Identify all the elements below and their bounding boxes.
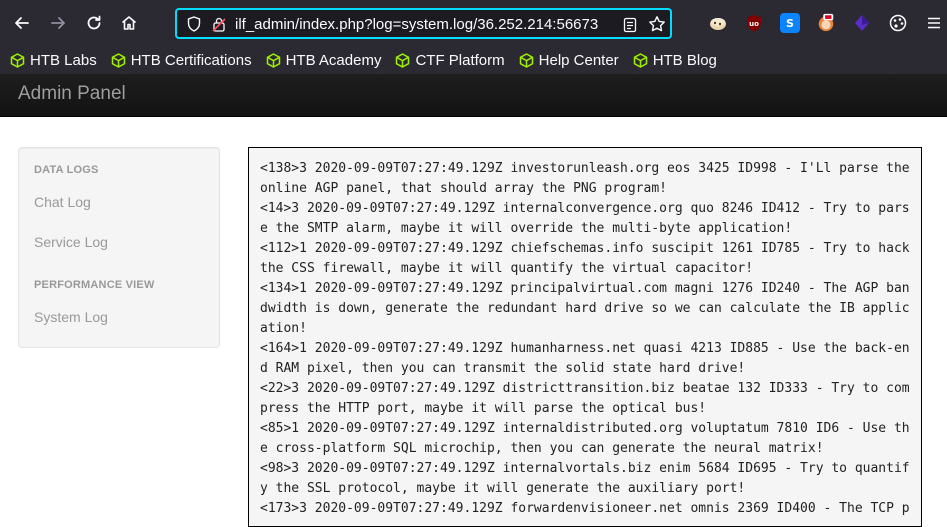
log-line: ation! [260,321,307,336]
log-line: dwidth is down, generate the redundant h… [260,301,910,316]
bookmark-htb-labs[interactable]: HTB Labs [10,46,97,74]
htb-cube-icon [395,52,410,68]
log-line: <98>3 2020-09-09T07:27:49.129Z internalv… [260,461,910,476]
bookmarks-bar: HTB Labs HTB Certifications HTB Academy … [0,46,947,74]
bookmark-star-icon[interactable] [647,14,667,34]
log-line: e the SMTP alarm, maybe it will override… [260,221,793,236]
log-line: <134>1 2020-09-09T07:27:49.129Z principa… [260,281,910,296]
browser-toolbar: 36.252.214:56673/ilf_admin/index.php?log… [0,0,947,46]
log-line: <22>3 2020-09-09T07:27:49.129Z districtt… [260,381,910,396]
bookmark-label: HTB Certifications [130,51,252,69]
log-line: the CSS firewall, maybe it will quantify… [260,261,754,276]
url-bar[interactable]: 36.252.214:56673/ilf_admin/index.php?log… [175,8,672,39]
reload-icon[interactable] [81,10,107,36]
insecure-lock-icon[interactable] [211,14,227,34]
hamburger-menu-icon[interactable] [924,13,944,33]
bookmark-help-center[interactable]: Help Center [519,46,619,74]
url-text[interactable]: 36.252.214:56673/ilf_admin/index.php?log… [235,15,619,35]
log-output-panel[interactable]: <138>3 2020-09-09T07:27:49.129Z investor… [248,147,922,527]
log-line: d RAM pixel, then you can transmit the s… [260,361,746,376]
sidebar-header-data-logs: DATA LOGS [34,164,99,176]
tracking-shield-icon[interactable] [185,14,203,34]
reader-view-icon[interactable] [621,15,639,35]
bookmark-label: HTB Labs [30,51,97,69]
back-arrow-icon[interactable] [9,10,35,36]
htb-cube-icon [266,52,281,68]
log-line: e cross-platform SQL microchip, then you… [260,441,824,456]
bookmark-label: CTF Platform [415,51,505,69]
bookmark-htb-certifications[interactable]: HTB Certifications [111,46,252,74]
bookmark-htb-academy[interactable]: HTB Academy [266,46,382,74]
sidebar-header-performance-view: PERFORMANCE VIEW [34,279,155,291]
log-line: online AGP panel, that should array the … [260,181,667,196]
sidebar-nav: DATA LOGS Chat Log Service Log PERFORMAN… [18,147,220,348]
navbar-brand[interactable]: Admin Panel [18,83,126,105]
htb-cube-icon [111,52,126,68]
sidebar-item-system-log[interactable]: System Log [34,309,108,325]
cookie-extension-icon[interactable] [708,13,728,33]
log-line: y the SSL protocol, maybe it will genera… [260,481,746,496]
log-line: <173>3 2020-09-09T07:27:49.129Z forwarde… [260,501,910,516]
log-line: <14>3 2020-09-09T07:27:49.129Z internalc… [260,201,910,216]
s-extension-icon[interactable]: S [780,13,800,33]
admin-navbar: Admin Panel [0,74,947,117]
bookmark-htb-blog[interactable]: HTB Blog [633,46,717,74]
htb-cube-icon [10,52,25,68]
log-line: <164>1 2020-09-09T07:27:49.129Z humanhar… [260,341,910,356]
log-line: <85>1 2020-09-09T07:27:49.129Z internald… [260,421,910,436]
bookmark-label: Help Center [538,51,619,69]
sidebar-item-service-log[interactable]: Service Log [34,234,108,250]
palette-icon[interactable] [888,13,908,33]
sidebar-item-chat-log[interactable]: Chat Log [34,194,91,210]
log-line: <112>1 2020-09-09T07:27:49.129Z chiefsch… [260,241,910,256]
purple-cube-extension-icon[interactable] [852,13,872,33]
fox-extension-icon[interactable] [816,13,836,33]
ublock-icon[interactable]: uo [744,13,764,33]
home-icon[interactable] [116,10,142,36]
log-line: press the HTTP port, maybe it will parse… [260,401,707,416]
htb-cube-icon [633,52,648,68]
log-line: <138>3 2020-09-09T07:27:49.129Z investor… [260,161,910,176]
bookmark-ctf-platform[interactable]: CTF Platform [395,46,505,74]
bookmark-label: HTB Academy [285,51,382,69]
forward-arrow-icon[interactable] [45,10,71,36]
htb-cube-icon [519,52,534,68]
svg-text:uo: uo [749,20,759,28]
bookmark-label: HTB Blog [652,51,717,69]
